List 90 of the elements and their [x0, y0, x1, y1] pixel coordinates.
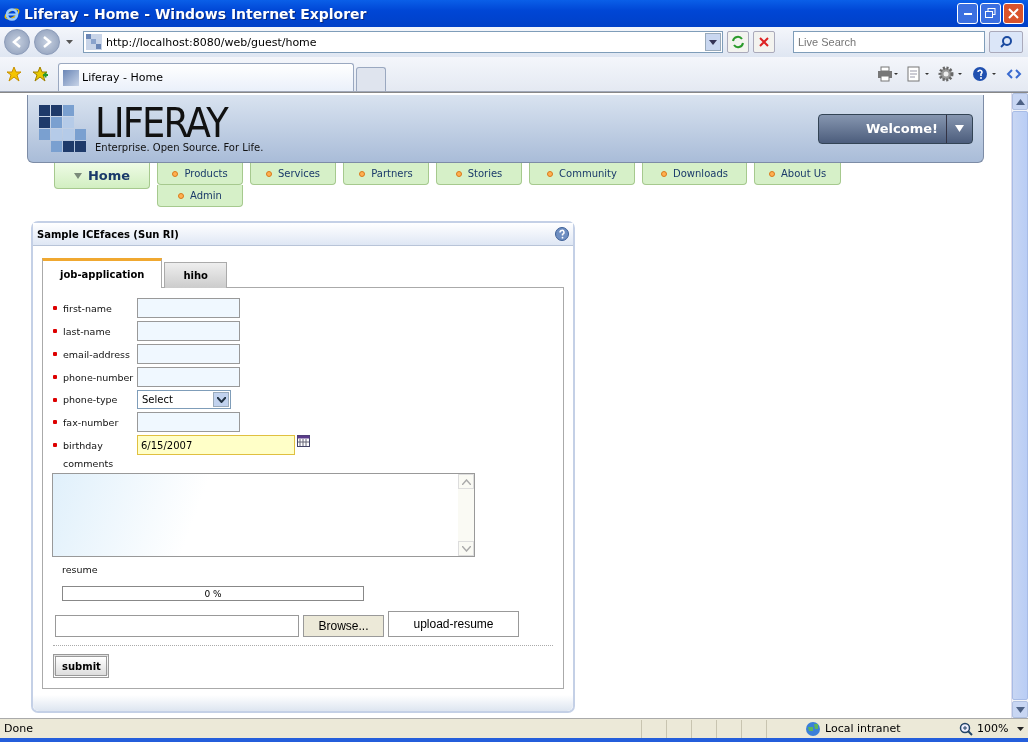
search-button[interactable] — [989, 31, 1023, 53]
favorites-star-icon[interactable] — [6, 66, 22, 82]
nav-tab[interactable]: Stories — [436, 163, 522, 185]
welcome-button[interactable]: Welcome! — [818, 113, 973, 144]
field-label: birthday — [63, 439, 103, 451]
page-icon[interactable] — [906, 66, 930, 82]
comments-field[interactable] — [52, 473, 475, 557]
logo-icon — [39, 104, 87, 153]
close-button[interactable] — [1003, 3, 1024, 24]
nav-tab[interactable]: Downloads — [642, 163, 747, 185]
caret-icon[interactable] — [66, 40, 73, 44]
status-text: Done — [4, 722, 34, 735]
scroll-down-button[interactable] — [458, 541, 474, 556]
gear-icon[interactable] — [938, 66, 964, 82]
scroll-up-button[interactable] — [1012, 93, 1028, 110]
refresh-icon — [731, 35, 745, 49]
page-icon — [86, 34, 102, 50]
field-label: comments — [63, 458, 114, 469]
browser-tab[interactable]: Liferay - Home — [58, 63, 354, 91]
close-icon — [758, 36, 770, 48]
nav-tab[interactable]: Admin — [157, 185, 243, 207]
window-title: Liferay - Home - Windows Internet Explorer — [24, 5, 368, 22]
dropdown-button[interactable] — [213, 392, 229, 407]
security-zone: Local intranet — [825, 722, 902, 735]
restore-icon — [985, 8, 996, 19]
nav-tab[interactable]: Products — [157, 163, 243, 185]
file-path-field[interactable] — [55, 615, 299, 637]
caret-icon — [955, 125, 964, 132]
phone-type-select[interactable]: Select — [137, 390, 231, 409]
text-field[interactable] — [137, 412, 240, 432]
caret-icon — [216, 396, 226, 403]
field-label: fax-number — [63, 416, 119, 428]
search-field[interactable]: Live Search — [793, 31, 985, 53]
refresh-button[interactable] — [727, 31, 749, 53]
text-field[interactable] — [137, 298, 240, 318]
search-icon — [999, 35, 1013, 49]
date-field[interactable]: 6/15/2007 — [137, 435, 295, 455]
submit-button[interactable]: submit — [53, 654, 109, 678]
browser-logo-icon — [4, 5, 20, 22]
field-label: phone-type — [63, 394, 118, 405]
field-label: email-address — [63, 348, 130, 360]
up-chevron-icon — [461, 478, 471, 485]
tagline: Enterprise. Open Source. For Life. — [95, 142, 264, 153]
tab[interactable]: hiho — [164, 262, 227, 288]
calendar-icon[interactable] — [297, 435, 310, 450]
zoom-icon[interactable] — [959, 721, 973, 736]
field-label: first-name — [63, 302, 112, 314]
tab[interactable]: job-application — [42, 258, 163, 288]
down-chevron-icon — [461, 545, 471, 552]
tab-label: Liferay - Home — [82, 71, 164, 84]
nav-tab[interactable]: About Us — [754, 163, 842, 185]
field-label: phone-number — [63, 371, 134, 383]
help-icon[interactable] — [972, 66, 998, 82]
printer-icon[interactable] — [876, 66, 898, 82]
dropdown-button[interactable] — [705, 33, 721, 51]
minimize-icon — [963, 12, 972, 15]
down-arrow-icon — [1015, 706, 1025, 713]
scroll-down-button[interactable] — [1012, 701, 1028, 718]
browse-button[interactable]: Browse... — [303, 615, 384, 637]
caret-icon — [709, 39, 717, 45]
nav-tab[interactable]: Services — [250, 163, 336, 185]
page-icon — [63, 69, 79, 86]
nav-tab[interactable]: Partners — [343, 163, 429, 185]
text-field[interactable] — [137, 344, 240, 364]
field-label: resume — [62, 564, 99, 575]
up-arrow-icon — [1015, 98, 1025, 105]
upload-resume-button[interactable]: upload-resume — [388, 611, 519, 637]
nav-tab[interactable]: Home — [54, 163, 150, 189]
back-button[interactable] — [4, 29, 30, 55]
field-label: last-name — [63, 325, 111, 337]
minimize-button[interactable] — [957, 3, 978, 24]
progress-reading: 0 % — [204, 588, 222, 599]
scroll-up-button[interactable] — [458, 474, 474, 489]
globe-icon — [805, 720, 821, 737]
help-icon[interactable] — [555, 227, 569, 241]
text-field[interactable] — [137, 321, 240, 341]
close-icon — [1008, 8, 1019, 19]
caret-icon[interactable] — [1017, 726, 1024, 731]
zoom-level[interactable]: 100% — [977, 722, 1013, 735]
portlet-title: Sample ICEfaces (Sun RI) — [37, 228, 179, 240]
forward-button[interactable] — [34, 29, 60, 55]
maximize-button[interactable] — [980, 3, 1001, 24]
add-favorite-icon[interactable] — [32, 66, 48, 82]
nav-tab[interactable]: Community — [529, 163, 635, 185]
text-field[interactable] — [137, 367, 240, 387]
address-field[interactable]: http://localhost:8080/web/guest/home — [83, 31, 723, 53]
vertical-scrollbar[interactable] — [1011, 93, 1028, 718]
triangle-icon — [73, 172, 82, 179]
stop-button[interactable] — [753, 31, 775, 53]
logo-text: LIFERAY — [95, 104, 228, 142]
